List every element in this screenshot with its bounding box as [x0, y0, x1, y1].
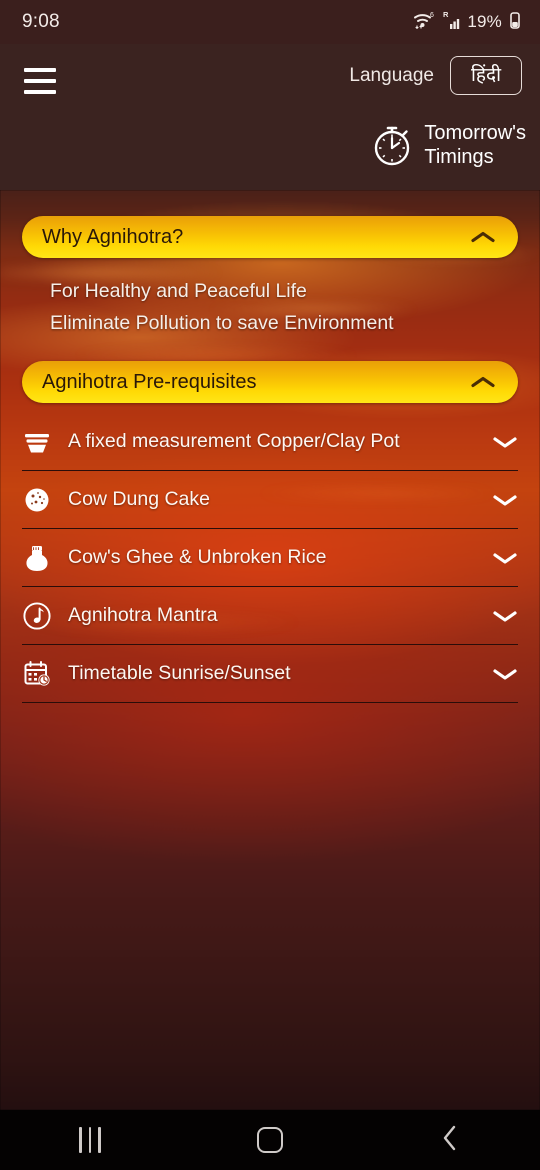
battery-percent-label: 19%: [467, 12, 502, 31]
hamburger-bar: [24, 68, 56, 72]
list-item-timetable-sunrise-sunset[interactable]: Timetable Sunrise/Sunset: [22, 645, 518, 704]
calendar-clock-icon: [22, 659, 52, 689]
status-bar-indicators: 6 R 19%: [413, 10, 522, 35]
music-note-icon: [22, 601, 52, 631]
chevron-up-icon: [470, 375, 496, 389]
recents-bar: [88, 1127, 92, 1153]
battery-icon: [508, 10, 522, 35]
language-selector: Language हिंदी: [349, 56, 522, 95]
recents-bar: [98, 1127, 101, 1153]
hamburger-bar: [24, 90, 56, 94]
list-item-label: Agnihotra Mantra: [68, 604, 218, 627]
clay-pot-icon: [22, 428, 52, 456]
list-item-label: Cow Dung Cake: [68, 488, 210, 511]
recents-icon: [79, 1127, 101, 1153]
status-bar: 9:08 6 R 19%: [0, 0, 540, 44]
accordion-title: Why Agnihotra?: [42, 225, 184, 248]
tomorrows-timings-button[interactable]: Tomorrow's Timings: [370, 122, 526, 173]
app-header: Language हिंदी Tomorrow's Timings: [0, 44, 540, 190]
why-agnihotra-body: For Healthy and Peaceful Life Eliminate …: [0, 258, 540, 339]
hamburger-menu-icon[interactable]: [24, 68, 56, 94]
list-item-label: A fixed measurement Copper/Clay Pot: [68, 430, 400, 453]
ghee-jar-icon: [22, 543, 52, 573]
list-item-label: Cow's Ghee & Unbroken Rice: [68, 546, 327, 569]
list-item-agnihotra-mantra[interactable]: Agnihotra Mantra: [22, 587, 518, 646]
language-toggle-button[interactable]: हिंदी: [449, 56, 522, 95]
cow-dung-cake-icon: [22, 486, 52, 514]
recents-button[interactable]: [45, 1110, 135, 1170]
list-item-cow-dung-cake[interactable]: Cow Dung Cake: [22, 471, 518, 530]
prerequisites-list: A fixed measurement Copper/Clay Pot Cow …: [0, 413, 540, 704]
list-item-clay-pot[interactable]: A fixed measurement Copper/Clay Pot: [22, 413, 518, 472]
why-agnihotra-line-2: Eliminate Pollution to save Environment: [50, 311, 394, 334]
stopwatch-icon: [370, 122, 414, 173]
accordion-header-agnihotra-pre-requisites[interactable]: Agnihotra Pre-requisites: [22, 361, 518, 404]
chevron-down-icon[interactable]: [492, 435, 518, 449]
list-item-label: Timetable Sunrise/Sunset: [68, 662, 291, 685]
chevron-down-icon[interactable]: [492, 493, 518, 507]
roaming-signal-icon: R: [443, 10, 461, 35]
accordion-header-why-agnihotra[interactable]: Why Agnihotra?: [22, 216, 518, 258]
home-button[interactable]: [225, 1110, 315, 1170]
timings-line-2: Timings: [424, 145, 494, 168]
chevron-up-icon: [470, 230, 496, 244]
accordion-title: Agnihotra Pre-requisites: [42, 370, 257, 393]
recents-bar: [79, 1127, 82, 1153]
why-agnihotra-line-1: For Healthy and Peaceful Life: [50, 280, 307, 302]
svg-text:R: R: [443, 10, 449, 19]
back-icon: [439, 1123, 461, 1158]
svg-text:6: 6: [430, 12, 434, 19]
status-bar-clock: 9:08: [22, 11, 60, 32]
home-icon: [257, 1127, 283, 1153]
list-item-cows-ghee-rice[interactable]: Cow's Ghee & Unbroken Rice: [22, 529, 518, 588]
main-content: Why Agnihotra? For Healthy and Peaceful …: [0, 190, 540, 1110]
language-label: Language: [349, 64, 434, 86]
android-navigation-bar: [0, 1110, 540, 1170]
app-root: 9:08 6 R 19% Language हिंदी Tomorrow's T…: [0, 0, 540, 1170]
tomorrows-timings-label: Tomorrow's Timings: [424, 122, 526, 169]
back-button[interactable]: [405, 1110, 495, 1170]
wifi-6-icon: 6: [413, 10, 437, 35]
timings-line-1: Tomorrow's: [424, 122, 526, 144]
chevron-down-icon[interactable]: [492, 667, 518, 681]
hamburger-bar: [24, 79, 56, 83]
chevron-down-icon[interactable]: [492, 609, 518, 623]
chevron-down-icon[interactable]: [492, 551, 518, 565]
